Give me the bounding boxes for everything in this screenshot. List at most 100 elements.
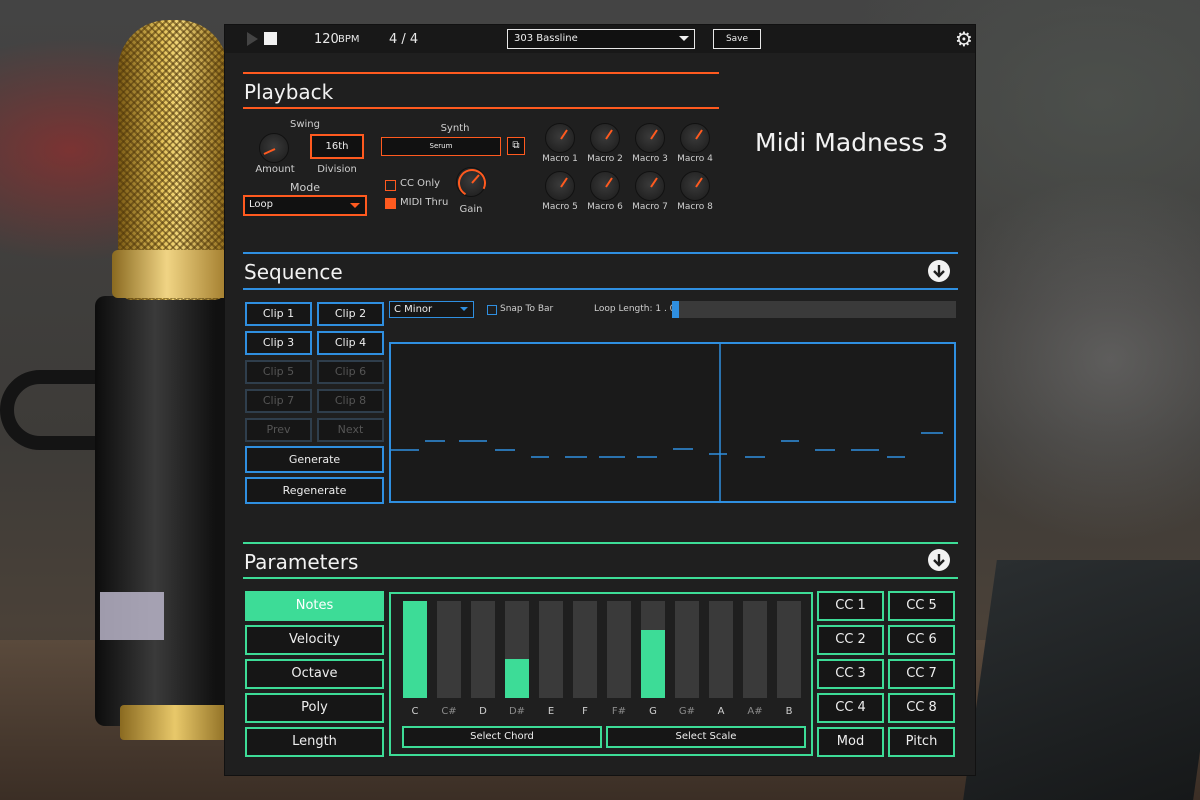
cc-button[interactable]: CC 6 bbox=[888, 625, 955, 655]
open-synth-icon[interactable]: ⧉ bbox=[507, 137, 525, 155]
swing-amount-knob[interactable] bbox=[259, 133, 289, 163]
loop-length-slider-handle[interactable] bbox=[672, 301, 679, 318]
mode-select[interactable]: Loop bbox=[243, 195, 367, 216]
note-bar[interactable] bbox=[573, 601, 597, 698]
note-bar[interactable] bbox=[539, 601, 563, 698]
laptop bbox=[963, 560, 1200, 800]
macro-knob[interactable] bbox=[545, 171, 575, 201]
note-bar[interactable] bbox=[743, 601, 767, 698]
midi-thru-checkbox[interactable] bbox=[385, 198, 396, 209]
loop-length-slider[interactable] bbox=[672, 301, 956, 318]
knob-indicator bbox=[263, 148, 276, 155]
preset-select[interactable]: 303 Bassline bbox=[507, 29, 695, 49]
chevron-down-icon bbox=[460, 307, 468, 311]
sequence-bottom-line bbox=[243, 288, 958, 290]
cc-button[interactable]: CC 7 bbox=[888, 659, 955, 689]
scale-value: C Minor bbox=[394, 304, 433, 315]
generate-button[interactable]: Generate bbox=[245, 446, 384, 473]
clip-button[interactable]: Clip 5 bbox=[245, 360, 312, 384]
save-button[interactable]: Save bbox=[713, 29, 761, 49]
note-bar[interactable] bbox=[471, 601, 495, 698]
parameter-tab[interactable]: Velocity bbox=[245, 625, 384, 655]
sequence-title: Sequence bbox=[244, 260, 343, 284]
cc-only-checkbox[interactable] bbox=[385, 180, 396, 191]
piano-roll-notes bbox=[391, 344, 943, 501]
clip-button[interactable]: Clip 6 bbox=[317, 360, 384, 384]
note-bar-fill bbox=[403, 601, 427, 698]
note-label: F# bbox=[611, 706, 627, 717]
parameters-top-line bbox=[243, 542, 958, 544]
note-label: E bbox=[547, 706, 555, 717]
select-chord-button[interactable]: Select Chord bbox=[402, 726, 602, 748]
microphone-body bbox=[95, 296, 245, 726]
macro-knob[interactable] bbox=[635, 123, 665, 153]
macro-knob[interactable] bbox=[680, 171, 710, 201]
parameter-tab[interactable]: Octave bbox=[245, 659, 384, 689]
clip-button[interactable]: Clip 2 bbox=[317, 302, 384, 326]
clip-button[interactable]: Clip 8 bbox=[317, 389, 384, 413]
next-button[interactable]: Next bbox=[317, 418, 384, 442]
scale-select[interactable]: C Minor bbox=[389, 301, 474, 318]
bpm-value[interactable]: 120 bbox=[314, 32, 339, 47]
select-scale-button[interactable]: Select Scale bbox=[606, 726, 806, 748]
cc-button[interactable]: CC 8 bbox=[888, 693, 955, 723]
note-bar[interactable] bbox=[641, 601, 665, 698]
parameter-tab[interactable]: Poly bbox=[245, 693, 384, 723]
gear-icon[interactable]: ⚙ bbox=[955, 29, 973, 49]
sequence-top-line bbox=[243, 252, 958, 254]
parameter-tab[interactable]: Length bbox=[245, 727, 384, 757]
mode-value: Loop bbox=[249, 199, 273, 210]
note-bar[interactable] bbox=[777, 601, 801, 698]
cc-button[interactable]: CC 2 bbox=[817, 625, 884, 655]
arrow-down-icon bbox=[933, 265, 945, 278]
knob-indicator bbox=[650, 177, 658, 188]
regenerate-button[interactable]: Regenerate bbox=[245, 477, 384, 504]
parameter-tab[interactable]: Notes bbox=[245, 591, 384, 621]
cc-button[interactable]: CC 3 bbox=[817, 659, 884, 689]
cc-button[interactable]: Mod bbox=[817, 727, 884, 757]
note-bar[interactable] bbox=[505, 601, 529, 698]
macro-knob[interactable] bbox=[545, 123, 575, 153]
clip-button[interactable]: Clip 1 bbox=[245, 302, 312, 326]
parameters-bottom-line bbox=[243, 577, 958, 579]
stop-icon[interactable] bbox=[264, 32, 277, 45]
microphone-sticker bbox=[100, 592, 164, 640]
macro-knob[interactable] bbox=[590, 171, 620, 201]
clip-button[interactable]: Clip 3 bbox=[245, 331, 312, 355]
knob-indicator bbox=[560, 177, 568, 188]
knob-indicator bbox=[695, 177, 703, 188]
collapse-parameters-icon[interactable] bbox=[928, 549, 950, 571]
preset-value: 303 Bassline bbox=[514, 33, 578, 44]
prev-button[interactable]: Prev bbox=[245, 418, 312, 442]
midi-thru-label: MIDI Thru bbox=[400, 197, 449, 208]
macro-knob[interactable] bbox=[635, 171, 665, 201]
chevron-down-icon bbox=[679, 36, 689, 41]
division-label: Division bbox=[317, 164, 357, 175]
note-bar[interactable] bbox=[709, 601, 733, 698]
piano-roll[interactable] bbox=[389, 342, 956, 503]
cc-button[interactable]: CC 5 bbox=[888, 591, 955, 621]
clip-button[interactable]: Clip 7 bbox=[245, 389, 312, 413]
knob-indicator bbox=[605, 177, 613, 188]
note-bar[interactable] bbox=[675, 601, 699, 698]
gain-knob[interactable] bbox=[456, 167, 486, 197]
snap-to-bar-checkbox[interactable] bbox=[487, 305, 497, 315]
cc-button[interactable]: Pitch bbox=[888, 727, 955, 757]
mode-label: Mode bbox=[290, 181, 320, 194]
time-signature[interactable]: 4 / 4 bbox=[389, 32, 418, 47]
cc-button[interactable]: CC 1 bbox=[817, 591, 884, 621]
note-bar[interactable] bbox=[437, 601, 461, 698]
note-bar[interactable] bbox=[403, 601, 427, 698]
macro-knob[interactable] bbox=[590, 123, 620, 153]
note-bar-fill bbox=[505, 659, 529, 698]
note-bar[interactable] bbox=[607, 601, 631, 698]
note-label: D# bbox=[508, 706, 526, 717]
synth-select[interactable]: Serum bbox=[381, 137, 501, 156]
division-select[interactable]: 16th bbox=[310, 134, 364, 159]
collapse-sequence-icon[interactable] bbox=[928, 260, 950, 282]
play-icon[interactable] bbox=[247, 32, 258, 46]
cc-button[interactable]: CC 4 bbox=[817, 693, 884, 723]
macro-knob[interactable] bbox=[680, 123, 710, 153]
note-label: F bbox=[582, 706, 588, 717]
clip-button[interactable]: Clip 4 bbox=[317, 331, 384, 355]
